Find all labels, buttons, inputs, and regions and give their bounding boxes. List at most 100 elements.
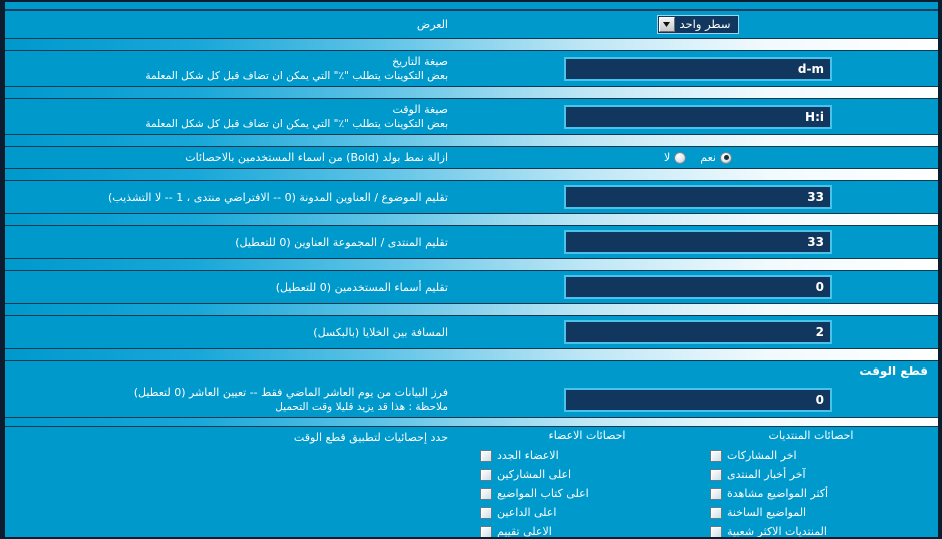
trim-forum-label-cell: تقليم المنتدى / المجموعة العناوين (0 للت… xyxy=(5,232,458,253)
checkbox-label: الاعضاء الجدد xyxy=(497,449,559,462)
checkbox-row[interactable]: اعلى المشاركين xyxy=(472,465,702,484)
separator-3 xyxy=(5,134,938,147)
checkbox-icon[interactable] xyxy=(480,525,492,537)
row-cell-spacing: المسافة بين الخلايا (بالبكسل) xyxy=(5,316,938,348)
checkbox-row[interactable]: الاعضاء الجدد xyxy=(472,446,702,465)
checkbox-label: المنتديات الاكثر شعبية xyxy=(727,525,827,538)
checkbox-row[interactable]: اعلى كتاب المواضيع xyxy=(472,484,702,503)
trim-usernames-cell xyxy=(458,271,938,303)
bold-removal-yes[interactable]: نعم xyxy=(700,151,732,164)
date-format-label-cell: صيغة التاريخ بعض التكوينات يتطلب "٪" الت… xyxy=(5,51,458,86)
timecut-days-desc: ملاحظة : هذا قد يزيد قليلا وقت التحميل xyxy=(275,401,448,413)
trim-topic-label: تقليم الموضوع / العناوين المدونة (0 -- ا… xyxy=(108,190,448,204)
row-trim-usernames: تقليم أسماء المستخدمين (0 للتعطيل) xyxy=(5,271,938,303)
checkbox-row[interactable]: الاعلى تقييم xyxy=(472,522,702,538)
settings-panel: سطر واحد العرض صيغة التاريخ بعض التكوينا… xyxy=(0,0,942,539)
trim-topic-label-cell: تقليم الموضوع / العناوين المدونة (0 -- ا… xyxy=(5,187,458,208)
checkbox-row[interactable]: المواضيع الساخنة xyxy=(702,503,920,522)
trim-forum-input[interactable] xyxy=(564,230,832,254)
timecut-section-heading: قطع الوقت xyxy=(5,361,938,382)
member-stats-title: احصائات الاعضاء xyxy=(548,429,626,442)
bold-removal-radio-group: نعم لا xyxy=(664,151,732,164)
radio-no-icon[interactable] xyxy=(674,151,687,164)
checkbox-icon[interactable] xyxy=(710,468,722,481)
row-time-format: صيغة الوقت بعض التكوينات يتطلب "٪" التي … xyxy=(5,99,938,134)
display-select-cell: سطر واحد xyxy=(458,11,938,38)
date-format-input[interactable] xyxy=(564,56,832,81)
separator-6 xyxy=(5,258,938,271)
separator-7 xyxy=(5,303,938,316)
separator-8 xyxy=(5,348,938,361)
checkbox-icon[interactable] xyxy=(710,525,722,537)
time-format-cell xyxy=(458,101,938,133)
timecut-days-label: فرز البيانات من يوم العاشر الماضي فقط --… xyxy=(133,386,448,399)
top-edge-bar xyxy=(5,2,938,11)
time-format-desc: بعض التكوينات يتطلب "٪" التي يمكن ان تضا… xyxy=(145,118,448,130)
bold-removal-cell: نعم لا xyxy=(458,147,938,168)
display-label: العرض xyxy=(416,18,448,31)
time-format-input[interactable] xyxy=(564,104,832,129)
member-stats-column: احصائات الاعضاء الاعضاء الجدد اعلى المشا… xyxy=(472,429,702,538)
row-bold-removal: نعم لا ازالة نمط بولد (Bold) من اسماء ال… xyxy=(5,147,938,168)
trim-usernames-input[interactable] xyxy=(564,275,832,299)
checkbox-label: اعلى كتاب المواضيع xyxy=(497,487,589,500)
bold-removal-label: ازالة نمط بولد (Bold) من اسماء المستخدمي… xyxy=(185,151,448,164)
display-label-cell: العرض xyxy=(5,14,458,35)
timecut-stats-label: حدد إحصائيات لتطبيق قطع الوقت xyxy=(293,431,448,444)
timecut-stats-area: احصائات المنتديات اخر المشاركات آخر أخبا… xyxy=(5,427,938,538)
checkbox-row[interactable]: أكثر المواضيع مشاهدة xyxy=(702,484,920,503)
timecut-stats-columns: احصائات المنتديات اخر المشاركات آخر أخبا… xyxy=(458,429,938,538)
separator-1 xyxy=(5,38,938,51)
checkbox-icon[interactable] xyxy=(710,449,722,462)
trim-topic-input[interactable] xyxy=(564,185,832,209)
checkbox-row[interactable]: المنتديات الاكثر شعبية xyxy=(702,522,920,538)
timecut-days-cell xyxy=(458,384,938,416)
time-format-label-cell: صيغة الوقت بعض التكوينات يتطلب "٪" التي … xyxy=(5,99,458,134)
trim-forum-cell xyxy=(458,226,938,258)
checkbox-row[interactable]: اخر المشاركات xyxy=(702,446,920,465)
bold-removal-no[interactable]: لا xyxy=(664,151,687,164)
timecut-days-label-cell: فرز البيانات من يوم العاشر الماضي فقط --… xyxy=(5,382,458,417)
checkbox-icon[interactable] xyxy=(710,487,722,500)
checkbox-icon[interactable] xyxy=(480,449,492,462)
cell-spacing-input[interactable] xyxy=(564,320,832,344)
bold-removal-yes-label: نعم xyxy=(700,151,716,164)
checkbox-label: اعلى الداعين xyxy=(497,506,557,519)
display-select-value: سطر واحد xyxy=(679,17,731,31)
separator-2 xyxy=(5,86,938,99)
cell-spacing-label: المسافة بين الخلايا (بالبكسل) xyxy=(313,325,448,339)
row-date-format: صيغة التاريخ بعض التكوينات يتطلب "٪" الت… xyxy=(5,51,938,86)
separator-9 xyxy=(5,417,938,427)
checkbox-label: المواضيع الساخنة xyxy=(727,506,807,519)
timecut-days-input[interactable] xyxy=(564,387,832,412)
checkbox-row[interactable]: آخر أخبار المنتدى xyxy=(702,465,920,484)
row-display: سطر واحد العرض xyxy=(5,11,938,38)
radio-yes-icon[interactable] xyxy=(720,151,732,164)
row-trim-forum: تقليم المنتدى / المجموعة العناوين (0 للت… xyxy=(5,226,938,258)
display-select[interactable]: سطر واحد xyxy=(656,15,740,34)
row-timecut-days: فرز البيانات من يوم العاشر الماضي فقط --… xyxy=(5,382,938,417)
row-trim-topic: تقليم الموضوع / العناوين المدونة (0 -- ا… xyxy=(5,181,938,213)
separator-4 xyxy=(5,168,938,181)
checkbox-label: آخر أخبار المنتدى xyxy=(727,468,806,481)
checkbox-label: أكثر المواضيع مشاهدة xyxy=(727,487,829,500)
chevron-down-icon[interactable] xyxy=(658,17,675,32)
trim-usernames-label-cell: تقليم أسماء المستخدمين (0 للتعطيل) xyxy=(5,277,458,298)
cell-spacing-label-cell: المسافة بين الخلايا (بالبكسل) xyxy=(5,322,458,343)
checkbox-icon[interactable] xyxy=(480,468,492,481)
cell-spacing-cell xyxy=(458,316,938,348)
checkbox-icon[interactable] xyxy=(480,506,492,519)
forum-stats-title: احصائات المنتديات xyxy=(768,429,854,442)
checkbox-icon[interactable] xyxy=(480,487,492,500)
date-format-cell xyxy=(458,53,938,85)
date-format-desc: بعض التكوينات يتطلب "٪" التي يمكن ان تضا… xyxy=(145,70,448,82)
checkbox-label: اعلى المشاركين xyxy=(497,468,572,481)
checkbox-label: الاعلى تقييم xyxy=(497,525,552,538)
date-format-label: صيغة التاريخ xyxy=(392,55,448,68)
checkbox-row[interactable]: اعلى الداعين xyxy=(472,503,702,522)
forum-stats-column: احصائات المنتديات اخر المشاركات آخر أخبا… xyxy=(702,429,920,538)
time-format-label: صيغة الوقت xyxy=(392,103,448,116)
trim-topic-cell xyxy=(458,181,938,213)
checkbox-icon[interactable] xyxy=(710,506,722,519)
bold-removal-label-cell: ازالة نمط بولد (Bold) من اسماء المستخدمي… xyxy=(5,147,458,168)
